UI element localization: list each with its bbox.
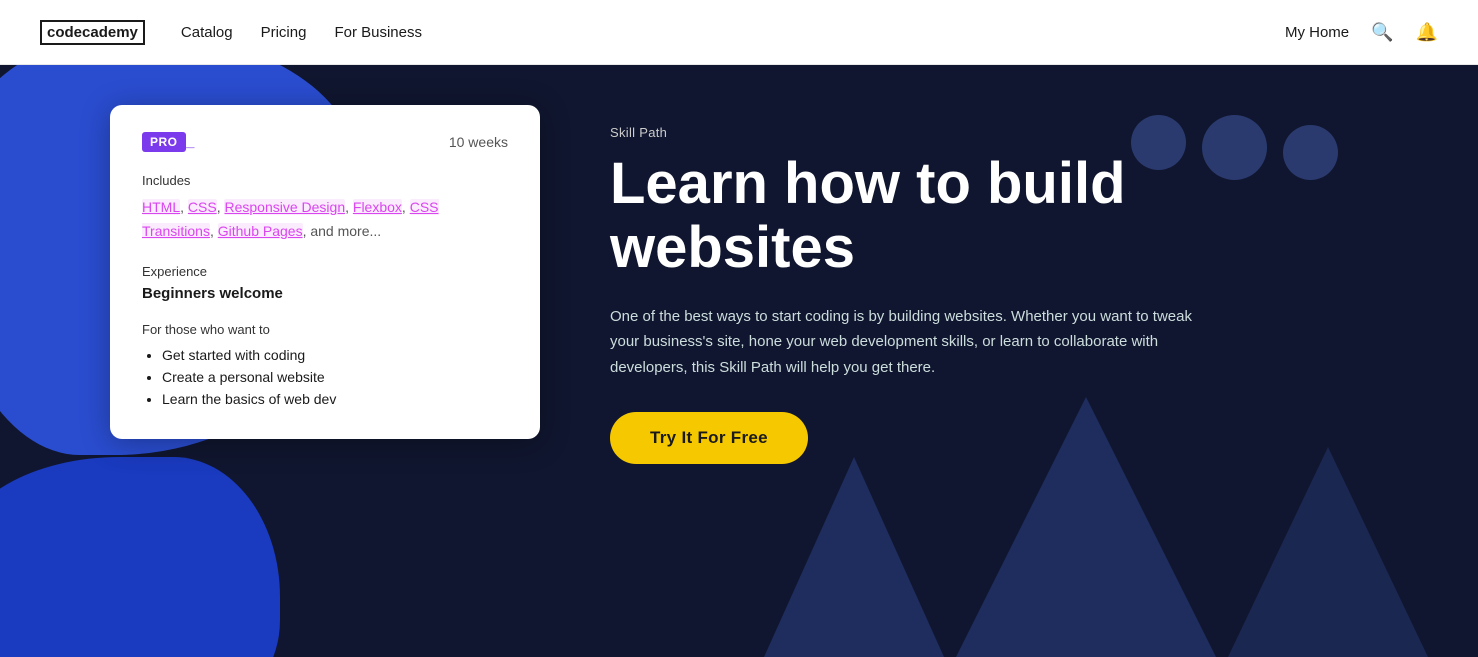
tag-css[interactable]: CSS <box>188 199 217 215</box>
skill-path-label: Skill Path <box>610 125 1250 140</box>
pro-badge: PRO <box>142 132 186 152</box>
duration-label: 10 weeks <box>449 134 508 150</box>
try-it-free-button[interactable]: Try It For Free <box>610 412 808 464</box>
hero-content: Skill Path Learn how to build websites O… <box>610 125 1250 464</box>
experience-value: Beginners welcome <box>142 285 508 302</box>
logo-rest-text: cademy <box>82 24 138 41</box>
tag-github-pages[interactable]: Github Pages <box>218 223 303 239</box>
logo[interactable]: codecademy <box>40 20 145 45</box>
bullet-get-started: Get started with coding <box>162 347 508 363</box>
logo-box: codecademy <box>40 20 145 45</box>
tag-more: and more... <box>310 223 381 239</box>
blob-left-dark <box>0 457 280 657</box>
nav-right: My Home 🔍 🔔 <box>1285 22 1438 43</box>
notification-icon[interactable]: 🔔 <box>1416 22 1438 43</box>
experience-label: Experience <box>142 264 508 279</box>
tag-responsive-design[interactable]: Responsive Design <box>224 199 345 215</box>
my-home-link[interactable]: My Home <box>1285 24 1349 41</box>
includes-tags: HTML, CSS, Responsive Design, Flexbox, C… <box>142 196 508 244</box>
bullet-list: Get started with coding Create a persona… <box>142 347 508 407</box>
course-card: PRO_ 10 weeks Includes HTML, CSS, Respon… <box>110 105 540 439</box>
hero-section: PRO_ 10 weeks Includes HTML, CSS, Respon… <box>0 65 1478 657</box>
bullet-web-dev-basics: Learn the basics of web dev <box>162 391 508 407</box>
navbar: codecademy Catalog Pricing For Business … <box>0 0 1478 65</box>
search-icon[interactable]: 🔍 <box>1371 22 1393 43</box>
hero-description: One of the best ways to start coding is … <box>610 304 1210 381</box>
card-top: PRO_ 10 weeks <box>142 133 508 151</box>
bullet-personal-website: Create a personal website <box>162 369 508 385</box>
logo-code-text: code <box>47 24 82 41</box>
pro-cursor: _ <box>186 133 195 150</box>
tag-flexbox[interactable]: Flexbox <box>353 199 402 215</box>
hero-title-line1: Learn how to build <box>610 151 1126 216</box>
for-those-label: For those who want to <box>142 322 508 337</box>
pro-badge-wrapper: PRO_ <box>142 133 194 151</box>
hero-title: Learn how to build websites <box>610 152 1250 280</box>
nav-catalog[interactable]: Catalog <box>181 24 233 41</box>
nav-links: Catalog Pricing For Business <box>181 24 1285 41</box>
hero-title-line2: websites <box>610 215 855 280</box>
deco-circle-3 <box>1283 125 1338 180</box>
triangle-small <box>764 457 944 657</box>
nav-for-business[interactable]: For Business <box>334 24 422 41</box>
triangle-medium <box>1228 447 1428 657</box>
includes-label: Includes <box>142 173 508 188</box>
tag-html[interactable]: HTML <box>142 199 180 215</box>
nav-pricing[interactable]: Pricing <box>261 24 307 41</box>
